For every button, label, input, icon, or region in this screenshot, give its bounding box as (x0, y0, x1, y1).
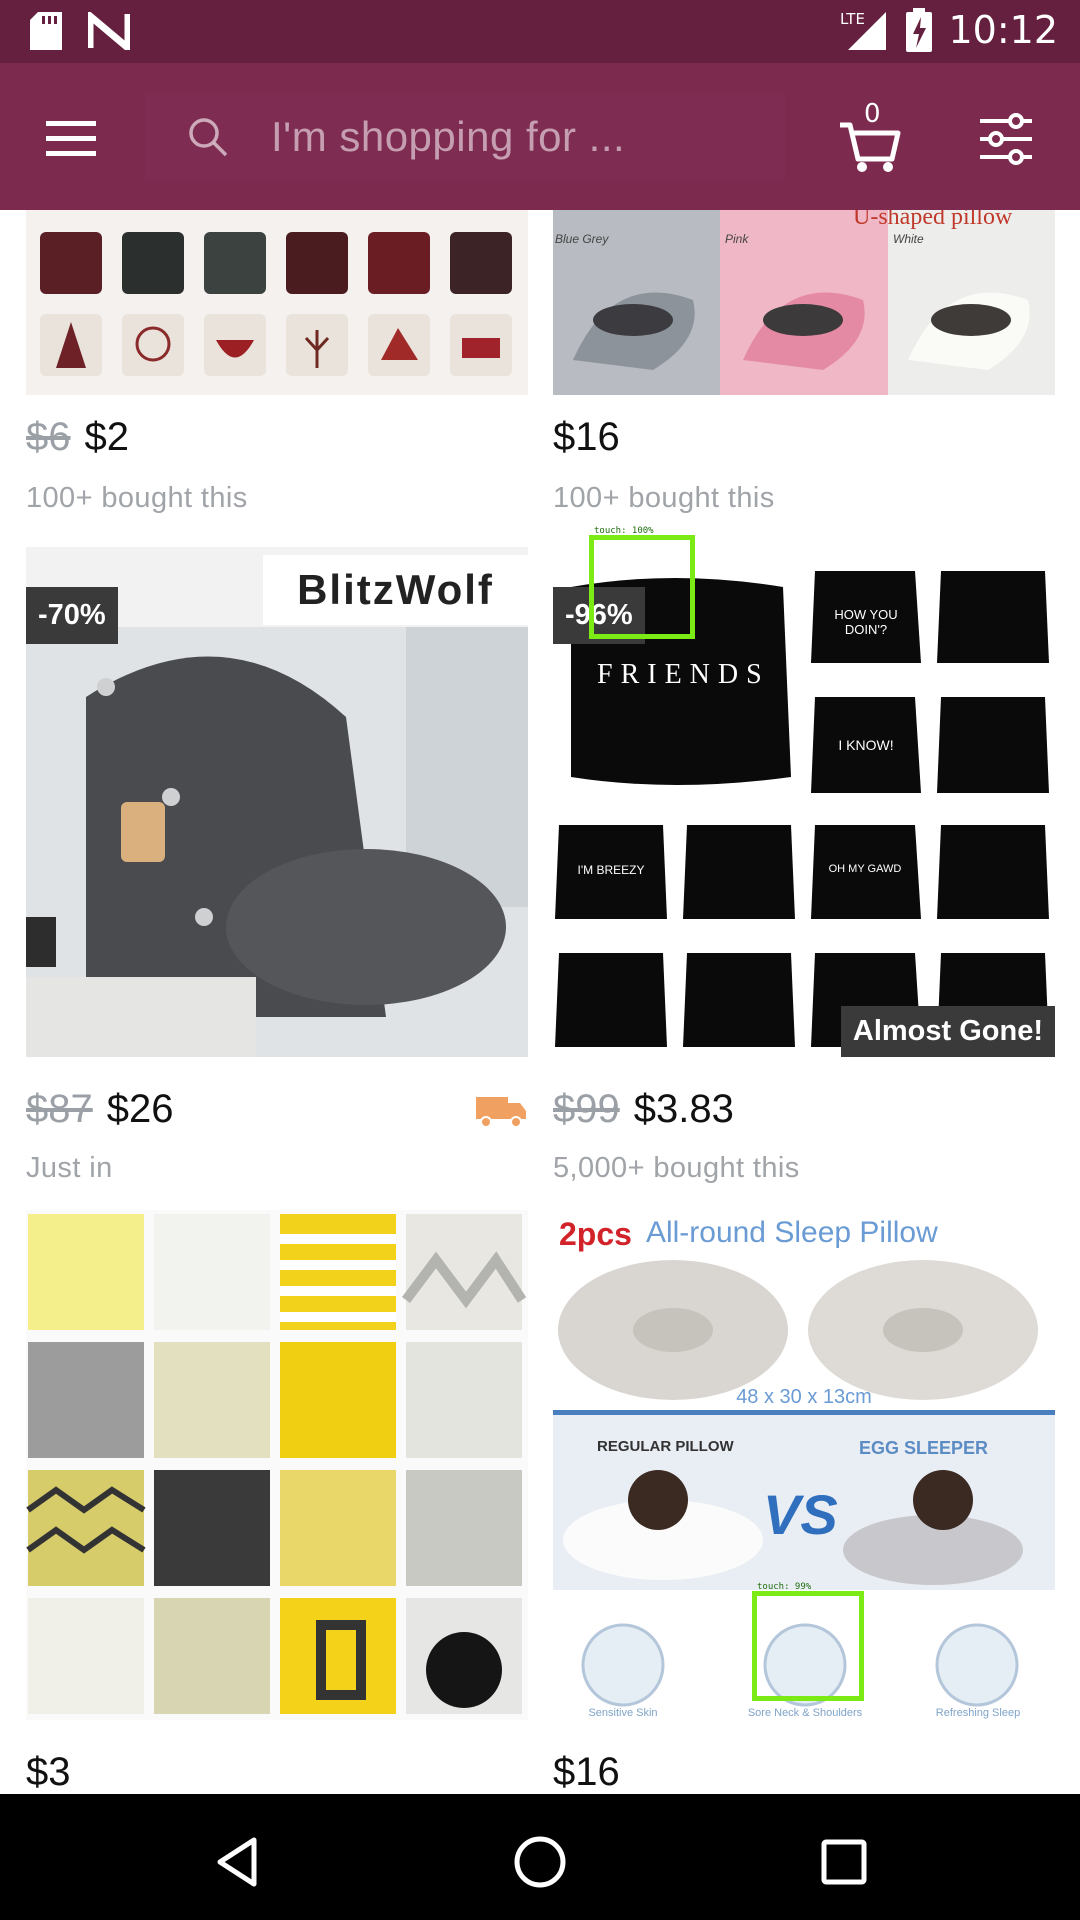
price-row: $16 (553, 1750, 620, 1794)
battery-charging-icon (906, 8, 933, 52)
product-card[interactable]: 2pcs All-round Sleep Pillow 48 x 30 x 13… (553, 1210, 1055, 1794)
product-card[interactable]: -70% BlitzWolf $87 $26 Just in (26, 547, 528, 1184)
back-triangle-icon[interactable] (208, 1832, 268, 1892)
home-circle-icon[interactable] (510, 1832, 570, 1892)
product-card[interactable]: U-shaped pillow Blue Grey Pink White $16… (553, 210, 1055, 514)
lte-signal-icon: LTE (840, 10, 887, 50)
pillow-text: FRIENDS (597, 659, 770, 690)
product-image-yellow-geometric-pillows[interactable] (26, 1210, 528, 1720)
bought-count: 100+ bought this (553, 482, 775, 514)
sliders-icon[interactable] (978, 111, 1034, 167)
egg-sleeper-label: EGG SLEEPER (859, 1438, 989, 1458)
pillow-text: HOW YOU DOIN'? (834, 607, 898, 637)
recents-square-icon[interactable] (814, 1832, 874, 1892)
product-card[interactable]: $6 $2 100+ bought this (26, 210, 528, 514)
discount-badge: -70% (26, 587, 118, 644)
price-row: $99 $3.83 (553, 1087, 734, 1132)
feature-label: Sore Neck & Shoulders (747, 1707, 863, 1719)
brand-logo: BlitzWolf (263, 555, 528, 625)
price: $26 (106, 1087, 174, 1131)
product-image-grey-backrest-cushion[interactable]: -70% BlitzWolf (26, 547, 528, 1057)
old-price: $87 (26, 1087, 93, 1131)
product-card[interactable]: $3 (26, 1210, 528, 1794)
touch-label: touch: 100% (594, 526, 654, 536)
search-placeholder: I'm shopping for ... (271, 113, 626, 160)
feature-label: Sensitive Skin (588, 1707, 658, 1719)
n-notification-icon (88, 12, 130, 50)
price-row: $16 (553, 415, 620, 460)
price: $16 (553, 415, 620, 459)
pillow-text: OH MY GAWD (828, 863, 902, 875)
feature-label: Refreshing Sleep (935, 1707, 1021, 1719)
pillow-text: I'M BREEZY (577, 863, 645, 877)
price-row: $87 $26 (26, 1087, 174, 1132)
touch-indicator: touch: 100% (589, 526, 695, 639)
price: $3 (26, 1750, 71, 1794)
old-price: $6 (26, 415, 71, 459)
vs-text: VS (763, 1483, 838, 1546)
sd-card-icon (30, 12, 62, 50)
product-image-christmas-pillow-covers[interactable] (26, 210, 528, 395)
old-price: $99 (553, 1087, 620, 1131)
search-input[interactable]: I'm shopping for ... (145, 93, 785, 181)
touch-indicator: touch: 99% (752, 1582, 864, 1701)
listing-status: Just in (26, 1152, 113, 1184)
price-row: $6 $2 (26, 415, 129, 460)
price-row: $3 (26, 1750, 71, 1794)
hamburger-menu-icon[interactable] (40, 113, 104, 163)
clock: 10:12 (948, 8, 1058, 52)
regular-pillow-label: REGULAR PILLOW (597, 1438, 734, 1455)
product-image-u-shaped-pillow[interactable]: U-shaped pillow Blue Grey Pink White (553, 210, 1055, 395)
cart-icon (840, 122, 901, 172)
size-text: 48 x 30 x 13cm (736, 1386, 872, 1408)
cart-button[interactable]: 0 (838, 99, 902, 173)
product-grid: $6 $2 100+ bought this U-shaped pillow B… (0, 210, 1080, 1794)
price: $2 (84, 415, 130, 459)
navigation-bar (0, 1794, 1080, 1920)
price: $16 (553, 1750, 620, 1794)
price: $3.83 (633, 1087, 734, 1131)
search-icon (189, 118, 228, 157)
truck-icon (476, 1097, 526, 1128)
pillow-text: I KNOW! (838, 737, 894, 753)
touch-label: touch: 99% (757, 1582, 812, 1592)
status-bar: LTE 10:12 (0, 0, 1080, 63)
almost-gone-label: Almost Gone! (840, 1006, 1055, 1057)
svg-text:LTE: LTE (840, 10, 865, 28)
bought-count: 5,000+ bought this (553, 1152, 800, 1184)
app-bar: I'm shopping for ... 0 (0, 63, 1080, 210)
bought-count: 100+ bought this (26, 482, 248, 514)
